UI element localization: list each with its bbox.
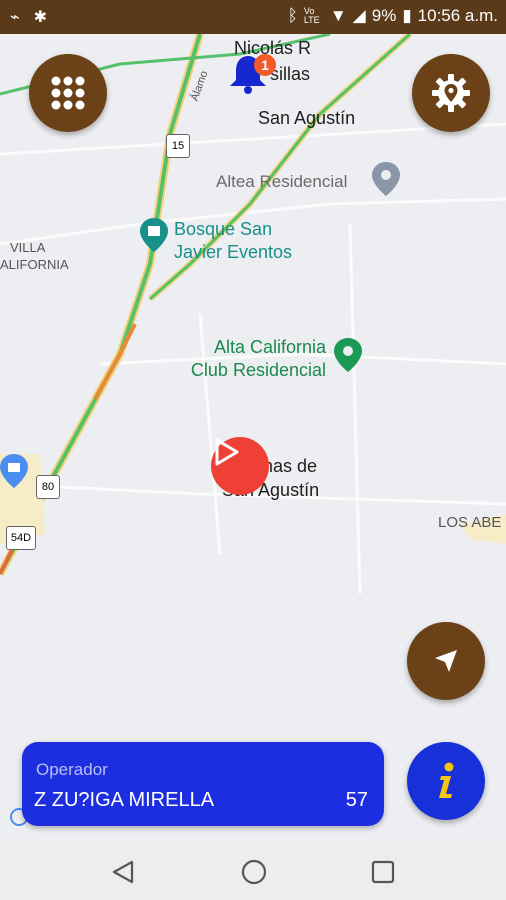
highway-15-shield: 15 bbox=[166, 134, 190, 158]
back-button[interactable] bbox=[108, 858, 138, 886]
menu-grid-button[interactable] bbox=[29, 54, 107, 132]
map-label-los-abe: LOS ABE bbox=[438, 514, 502, 531]
android-debug-icon: ✱ bbox=[33, 9, 48, 26]
map-roads bbox=[0, 34, 506, 595]
back-triangle-icon bbox=[112, 860, 134, 884]
map-label-casillas: sillas bbox=[270, 64, 311, 84]
grid-icon bbox=[51, 76, 85, 110]
recents-square-icon bbox=[371, 860, 395, 884]
map-label-villa-2: ALIFORNIA bbox=[0, 257, 69, 272]
highway-80-shield: 80 bbox=[36, 475, 60, 499]
map-label-alta-2: Club Residencial bbox=[190, 360, 326, 380]
highway-54d-label: 54D bbox=[10, 532, 32, 544]
highway-54d-shield: 54D bbox=[6, 526, 36, 550]
info-icon bbox=[439, 762, 454, 798]
operator-label: Operador bbox=[36, 760, 108, 779]
operator-card[interactable]: Operador Z ZU?IGA MIRELLA 57 bbox=[22, 742, 384, 826]
my-location-button[interactable] bbox=[407, 622, 485, 700]
status-bar: ⌁ ✱ ᛒ Vo LTE ▼ ◢ 9% ▮ 10:56 a.m. bbox=[0, 0, 506, 34]
home-button[interactable] bbox=[240, 858, 268, 886]
map-label-villa-1: VILLA bbox=[10, 240, 46, 255]
battery-icon: ▮ bbox=[402, 6, 412, 25]
notification-count-badge: 1 bbox=[254, 54, 276, 76]
navigation-arrow-icon bbox=[435, 650, 457, 672]
map-label-bosque-2: Javier Eventos bbox=[174, 242, 293, 262]
map-label-san-agustin: San Agustín bbox=[258, 108, 356, 128]
home-circle-icon bbox=[241, 859, 267, 885]
operator-number: 57 bbox=[345, 789, 368, 811]
recents-button[interactable] bbox=[369, 858, 397, 886]
battery-percent: 9% bbox=[371, 6, 397, 25]
signal-icon: ◢ bbox=[352, 6, 366, 25]
clock: 10:56 a.m. bbox=[417, 6, 498, 25]
volte-label: Vo LTE bbox=[303, 6, 320, 25]
info-button[interactable] bbox=[407, 742, 485, 820]
bluetooth-icon: ᛒ bbox=[287, 6, 298, 25]
highway-15-label: 15 bbox=[171, 140, 185, 152]
operator-name: Z ZU?IGA MIRELLA bbox=[34, 789, 215, 811]
status-right: ᛒ Vo LTE ▼ ◢ 9% ▮ 10:56 a.m. bbox=[288, 6, 498, 26]
map-label-bosque-1: Bosque San bbox=[174, 219, 273, 239]
map-label-alta-1: Alta California bbox=[213, 337, 326, 357]
wifi-icon: ▼ bbox=[329, 6, 347, 25]
gear-location-icon bbox=[432, 74, 470, 112]
settings-button[interactable] bbox=[412, 54, 490, 132]
vehicle-marker-icon[interactable] bbox=[211, 437, 269, 495]
map-label-altea: Altea Residencial bbox=[216, 172, 348, 191]
status-left-icons: ⌁ ✱ bbox=[10, 7, 47, 27]
usb-icon: ⌁ bbox=[10, 9, 20, 26]
highway-80-label: 80 bbox=[41, 481, 55, 493]
map-view[interactable]: Nicolás R sillas San Agustín Altea Resid… bbox=[0, 34, 506, 842]
system-nav-bar bbox=[0, 842, 506, 900]
